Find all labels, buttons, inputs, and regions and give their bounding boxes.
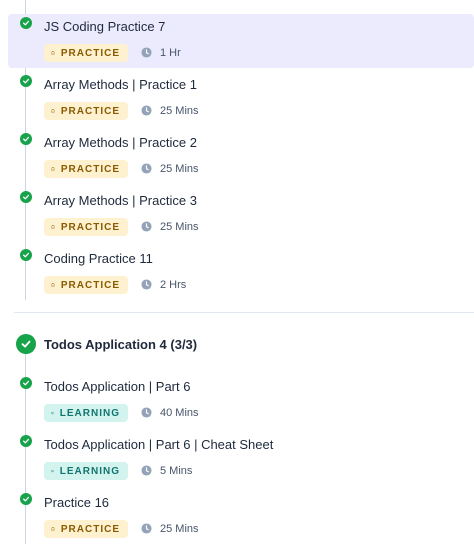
clipboard-icon: [51, 109, 55, 113]
practice-badge: PRACTICE: [44, 520, 128, 538]
item-title: JS Coding Practice 7: [44, 19, 166, 34]
item-title: Coding Practice 11: [44, 251, 153, 266]
practice-badge: PRACTICE: [44, 276, 128, 294]
clipboard-icon: [51, 283, 55, 287]
group-check-icon: [16, 334, 36, 354]
item-title: Todos Application | Part 6: [44, 379, 191, 394]
check-icon: [20, 493, 32, 505]
item-title: Practice 16: [44, 495, 110, 510]
clock-icon: [141, 163, 152, 174]
badge-label: PRACTICE: [60, 279, 120, 291]
clipboard-icon: [51, 527, 55, 531]
learning-badge: LEARNING: [44, 462, 128, 480]
item-title: Array Methods | Practice 3: [44, 193, 197, 208]
item-duration: 40 Mins: [160, 407, 199, 419]
check-icon: [20, 249, 32, 261]
clock-icon: [141, 523, 152, 534]
clock-icon: [141, 47, 152, 58]
clock-icon: [141, 279, 152, 290]
practice-badge: PRACTICE: [44, 160, 128, 178]
clock-icon: [141, 407, 152, 418]
book-open-icon: [51, 470, 54, 473]
badge-label: PRACTICE: [60, 523, 120, 535]
clock-icon: [141, 221, 152, 232]
badge-label: LEARNING: [59, 465, 120, 477]
clock-icon: [141, 465, 152, 476]
group-title[interactable]: Todos Application 4 (3/3): [44, 337, 197, 352]
item-title: Array Methods | Practice 1: [44, 77, 197, 92]
practice-badge: PRACTICE: [44, 44, 128, 62]
clipboard-icon: [51, 167, 55, 171]
item-duration: 2 Hrs: [160, 279, 187, 291]
clipboard-icon: [51, 225, 55, 229]
check-icon: [20, 435, 32, 447]
badge-label: LEARNING: [59, 407, 120, 419]
check-icon: [20, 191, 32, 203]
check-icon: [20, 377, 32, 389]
practice-badge: PRACTICE: [44, 218, 128, 236]
item-duration: 1 Hr: [160, 47, 181, 59]
item-duration: 25 Mins: [160, 163, 199, 175]
badge-label: PRACTICE: [60, 163, 120, 175]
practice-badge: PRACTICE: [44, 102, 128, 120]
item-duration: 25 Mins: [160, 221, 199, 233]
item-duration: 25 Mins: [160, 523, 199, 535]
item-duration: 5 Mins: [160, 465, 193, 477]
book-open-icon: [51, 412, 54, 415]
clipboard-icon: [51, 51, 55, 55]
item-duration: 25 Mins: [160, 105, 199, 117]
course-timeline: JS Coding Practice 7 PRACTICE 1 Hr Array…: [0, 0, 474, 544]
learning-badge: LEARNING: [44, 404, 128, 422]
section-divider: [14, 312, 474, 313]
check-icon: [20, 133, 32, 145]
check-icon: [20, 17, 32, 29]
item-title: Todos Application | Part 6 | Cheat Sheet: [44, 437, 274, 452]
item-title: Array Methods | Practice 2: [44, 135, 197, 150]
badge-label: PRACTICE: [60, 47, 120, 59]
badge-label: PRACTICE: [60, 221, 120, 233]
check-icon: [20, 75, 32, 87]
badge-label: PRACTICE: [60, 105, 120, 117]
clock-icon: [141, 105, 152, 116]
